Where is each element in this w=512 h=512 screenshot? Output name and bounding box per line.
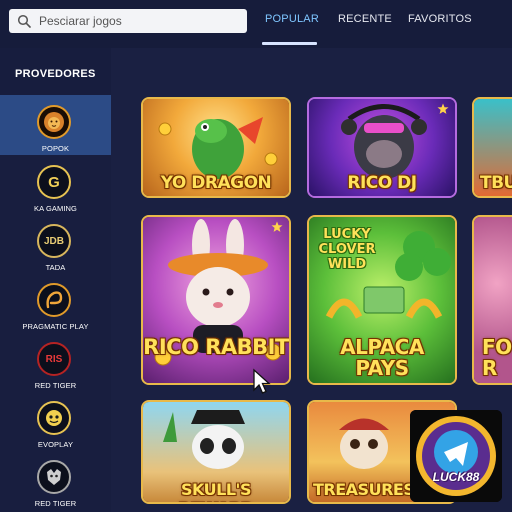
badge-label: LUCK88 [432, 470, 480, 484]
game-title: TBU [480, 173, 512, 193]
red-tiger-logo-icon [37, 460, 71, 494]
game-card-alpaca-pays[interactable]: LUCKY CLOVER WILD ALPACA PAYS [307, 215, 457, 385]
game-card-tbu[interactable]: TBU [472, 97, 512, 198]
game-title: RICO RABBIT [143, 335, 289, 359]
provider-popok[interactable]: POPOK [0, 95, 111, 155]
search-icon [17, 14, 31, 28]
top-bar: POPULAR RECENTE FAVORITOS [0, 0, 512, 48]
provider-label: EVOPLAY [37, 440, 74, 449]
lion-icon [37, 105, 71, 139]
red-tiger-logo-icon: RIS [37, 342, 71, 376]
game-title: RICO DJ [347, 173, 417, 193]
evoplay-logo-icon [37, 401, 71, 435]
tab-recente[interactable]: RECENTE [338, 13, 392, 25]
provider-red-tiger[interactable]: RIS RED TIGER [0, 332, 111, 392]
game-title: YO DRAGON [160, 173, 272, 193]
search-input[interactable] [39, 12, 239, 30]
provider-red-tiger-2[interactable]: RED TIGER [0, 450, 111, 510]
game-card-rico-rabbit[interactable]: RICO RABBIT [141, 215, 291, 385]
provider-label: RED TIGER [34, 499, 77, 508]
provider-ka-gaming[interactable]: G KA GAMING [0, 155, 111, 215]
provider-tada[interactable]: JDB TADA [0, 214, 111, 274]
luck88-badge[interactable]: LUCK88 [410, 410, 502, 502]
jdb-logo-icon: JDB [37, 224, 71, 258]
mouse-cursor-icon [253, 368, 271, 394]
game-card-fo-r[interactable]: FO R [472, 215, 512, 385]
providers-title: PROVEDORES [15, 68, 96, 80]
game-card-skulls-reward[interactable]: SKULL'S REWARD [141, 400, 291, 504]
tab-popular[interactable]: POPULAR [265, 13, 319, 25]
favorite-star-icon[interactable] [271, 221, 283, 233]
game-subtitle: LUCKY CLOVER WILD [318, 227, 376, 272]
pragmatic-logo-icon [37, 283, 71, 317]
game-title: ALPACA PAYS [340, 335, 424, 380]
tab-favoritos[interactable]: FAVORITOS [408, 13, 472, 25]
game-title: FO R [482, 335, 512, 380]
game-title: SKULL'S REWARD [178, 480, 254, 502]
active-tab-indicator [262, 42, 317, 45]
provider-label: PRAGMATIC PLAY [22, 322, 89, 331]
provider-label: POPOK [41, 144, 70, 153]
luck88-logo-icon [410, 410, 502, 502]
search-box[interactable] [9, 9, 247, 33]
game-card-yo-dragon[interactable]: YO DRAGON [141, 97, 291, 198]
provider-label: TADA [45, 263, 66, 272]
favorite-star-icon[interactable] [437, 103, 449, 115]
game-card-rico-dj[interactable]: RICO DJ [307, 97, 457, 198]
providers-sidebar: POPOK G KA GAMING JDB TADA PRAGMATIC PLA… [0, 95, 111, 512]
provider-label: RED TIGER [34, 381, 77, 390]
provider-evoplay[interactable]: EVOPLAY [0, 391, 111, 451]
provider-pragmatic-play[interactable]: PRAGMATIC PLAY [0, 273, 111, 333]
ka-gaming-logo-icon: G [37, 165, 71, 199]
provider-label: KA GAMING [34, 204, 77, 213]
